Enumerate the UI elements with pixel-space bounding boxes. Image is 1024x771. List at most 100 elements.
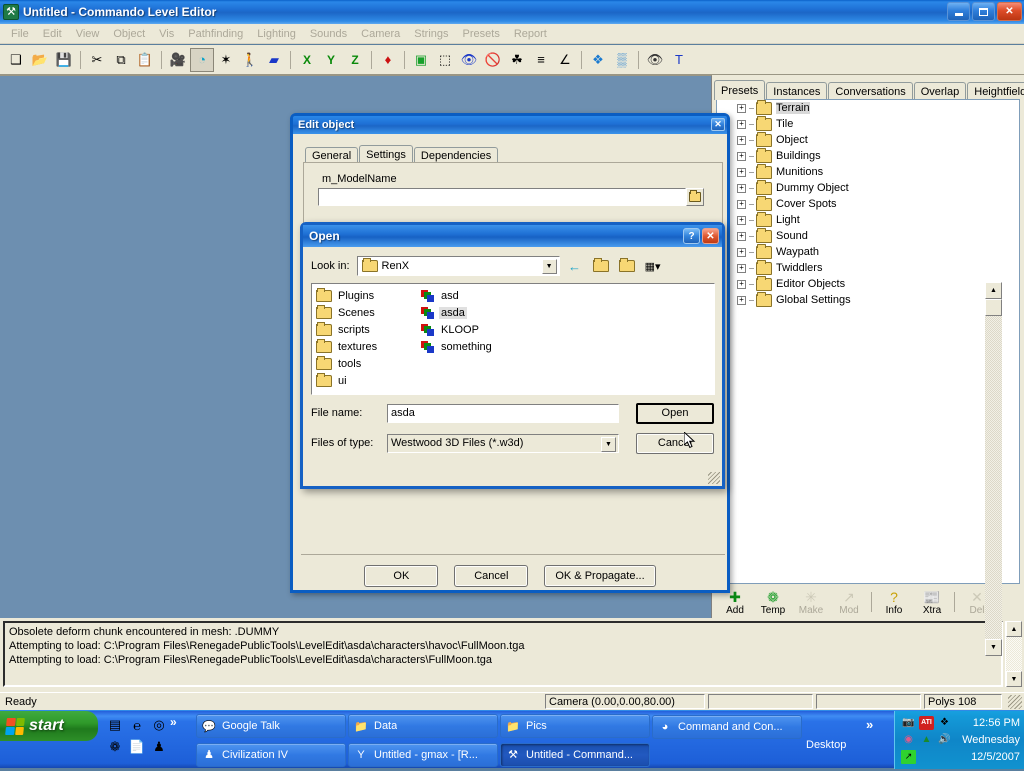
folder-item[interactable]: Plugins [316, 287, 379, 304]
toolbar-wireframe-box-icon[interactable]: ▣ [409, 48, 433, 72]
toolbar-anim-icon[interactable]: ≡ [529, 48, 553, 72]
menu-camera[interactable]: Camera [354, 26, 407, 42]
toolbar-camera-icon[interactable]: 🎥 [166, 48, 190, 72]
toolbar-rgb-blocks-icon[interactable]: ▒ [610, 48, 634, 72]
edit-scroll-down-button[interactable]: ▼ [985, 639, 1002, 656]
tree-item-twiddlers[interactable]: +Twiddlers [717, 260, 1019, 276]
up-folder-icon[interactable] [590, 256, 612, 276]
toolbar-cut-scissors-icon[interactable]: ✂ [85, 48, 109, 72]
menu-sounds[interactable]: Sounds [303, 26, 354, 42]
volume-icon[interactable]: 🔊 [937, 733, 952, 747]
tab-conversations[interactable]: Conversations [828, 82, 912, 100]
expand-toggle-icon[interactable]: + [737, 280, 746, 289]
edit-scroll-up-button[interactable]: ▲ [985, 282, 1002, 299]
menu-presets[interactable]: Presets [456, 26, 507, 42]
presets-tree[interactable]: +Terrain+Tile+Object+Buildings+Munitions… [716, 99, 1020, 584]
chevron-down-icon[interactable]: ▼ [542, 259, 557, 274]
expand-toggle-icon[interactable]: + [737, 296, 746, 305]
taskbar-item[interactable]: 📁Data [348, 714, 498, 738]
look-in-combo[interactable]: RenX ▼ [357, 256, 560, 276]
file-item[interactable]: asd [420, 287, 494, 304]
tree-item-editor-objects[interactable]: +Editor Objects [717, 276, 1019, 292]
task-overflow-chevron[interactable]: » [866, 717, 873, 732]
toolbar-rgb-cubes-icon[interactable]: ❖ [586, 48, 610, 72]
expand-toggle-icon[interactable]: + [737, 200, 746, 209]
tree-item-terrain[interactable]: +Terrain [717, 100, 1019, 116]
expand-toggle-icon[interactable]: + [737, 120, 746, 129]
taskbar-item[interactable]: 📁Pics [500, 714, 650, 738]
bf2142-icon[interactable]: ▤ [104, 714, 126, 736]
resize-grip[interactable] [1008, 695, 1022, 709]
tab-instances[interactable]: Instances [766, 82, 827, 100]
expand-toggle-icon[interactable]: + [737, 184, 746, 193]
toolbar-z-axis-icon[interactable]: Z [343, 48, 367, 72]
cancel-button[interactable]: Cancel [454, 565, 528, 587]
taskbar-item[interactable]: ΥUntitled - gmax - [R... [348, 743, 498, 767]
taskbar-item[interactable]: ♟Civilization IV [196, 743, 346, 767]
file-item[interactable]: KLOOP [420, 321, 494, 338]
toolbar-drop-to-ground-icon[interactable]: ♦ [376, 48, 400, 72]
menu-strings[interactable]: Strings [407, 26, 455, 42]
back-arrow-icon[interactable]: ← [564, 256, 586, 276]
tree-item-global-settings[interactable]: +Global Settings [717, 292, 1019, 308]
network-activity-icon[interactable]: ↗ [901, 750, 916, 764]
toolbar-vis-eye-icon[interactable]: 👁 [457, 48, 481, 72]
expand-toggle-icon[interactable]: + [737, 248, 746, 257]
bee-icon[interactable]: ❁ [104, 736, 126, 758]
toolbar-new-icon[interactable]: ❑ [4, 48, 28, 72]
desktop-toolbar-label[interactable]: Desktop [806, 739, 846, 751]
tree-item-dummy-object[interactable]: +Dummy Object [717, 180, 1019, 196]
menu-file[interactable]: File [4, 26, 36, 42]
tab-heightfield[interactable]: Heightfield [967, 82, 1024, 100]
tree-item-buildings[interactable]: +Buildings [717, 148, 1019, 164]
expand-toggle-icon[interactable]: + [737, 232, 746, 241]
folder-item[interactable]: scripts [316, 321, 379, 338]
taskbar-item[interactable]: ◕Command and Con... [652, 715, 802, 739]
menu-object[interactable]: Object [106, 26, 152, 42]
media-icon[interactable]: ◎ [148, 714, 170, 736]
civ-icon[interactable]: ♟ [148, 736, 170, 758]
taskbar-item[interactable]: 💬Google Talk [196, 714, 346, 738]
toolbar-copy-icon[interactable]: ⧉ [109, 48, 133, 72]
tree-item-tile[interactable]: +Tile [717, 116, 1019, 132]
toolbar-no-entry-icon[interactable]: 🚫 [481, 48, 505, 72]
menu-lighting[interactable]: Lighting [250, 26, 303, 42]
log-scrollbar[interactable]: ▲ ▼ [1005, 621, 1021, 687]
new-folder-icon[interactable] [616, 256, 638, 276]
toolbar-box-icon[interactable]: ⬚ [433, 48, 457, 72]
toolbar-lighting-icon[interactable]: ☘ [505, 48, 529, 72]
expand-toggle-icon[interactable]: + [737, 168, 746, 177]
tree-item-munitions[interactable]: +Munitions [717, 164, 1019, 180]
expand-toggle-icon[interactable]: + [737, 136, 746, 145]
toolbar-paste-icon[interactable]: 📋 [133, 48, 157, 72]
tree-item-waypath[interactable]: +Waypath [717, 244, 1019, 260]
menu-vis[interactable]: Vis [152, 26, 181, 42]
expand-toggle-icon[interactable]: + [737, 104, 746, 113]
menu-report[interactable]: Report [507, 26, 554, 42]
toolbar-open-folder-icon[interactable]: 📂 [28, 48, 52, 72]
edit-object-scrollbar[interactable]: ▲ ▼ [985, 282, 1002, 656]
toolbar-x-axis-icon[interactable]: X [295, 48, 319, 72]
files-of-type-combo[interactable]: Westwood 3D Files (*.w3d) ▼ [387, 434, 619, 453]
menu-pathfinding[interactable]: Pathfinding [181, 26, 250, 42]
xtra-button[interactable]: 📰Xtra [913, 589, 951, 616]
tree-item-light[interactable]: +Light [717, 212, 1019, 228]
internet-explorer-icon[interactable]: ℮ [126, 714, 148, 736]
open-dialog-resize-grip[interactable] [708, 472, 720, 484]
taskbar-item[interactable]: ⚒Untitled - Command... [500, 743, 650, 767]
menu-view[interactable]: View [69, 26, 107, 42]
folder-item[interactable]: textures [316, 338, 379, 355]
folder-item[interactable]: ui [316, 372, 379, 389]
ati-icon[interactable]: ATI [919, 716, 934, 730]
edit-scroll-track[interactable] [985, 316, 1002, 656]
log-scroll-track[interactable] [1006, 637, 1022, 671]
toolbar-teapot-icon[interactable]: ◔ [190, 48, 214, 72]
file-item[interactable]: something [420, 338, 494, 355]
start-button[interactable]: start [0, 711, 98, 741]
edit-object-close-button[interactable]: ✕ [711, 118, 725, 131]
tree-item-object[interactable]: +Object [717, 132, 1019, 148]
log-scroll-down-button[interactable]: ▼ [1006, 671, 1022, 687]
folder-browse-icon[interactable] [686, 188, 704, 206]
close-button[interactable]: ✕ [997, 2, 1022, 21]
expand-toggle-icon[interactable]: + [737, 216, 746, 225]
